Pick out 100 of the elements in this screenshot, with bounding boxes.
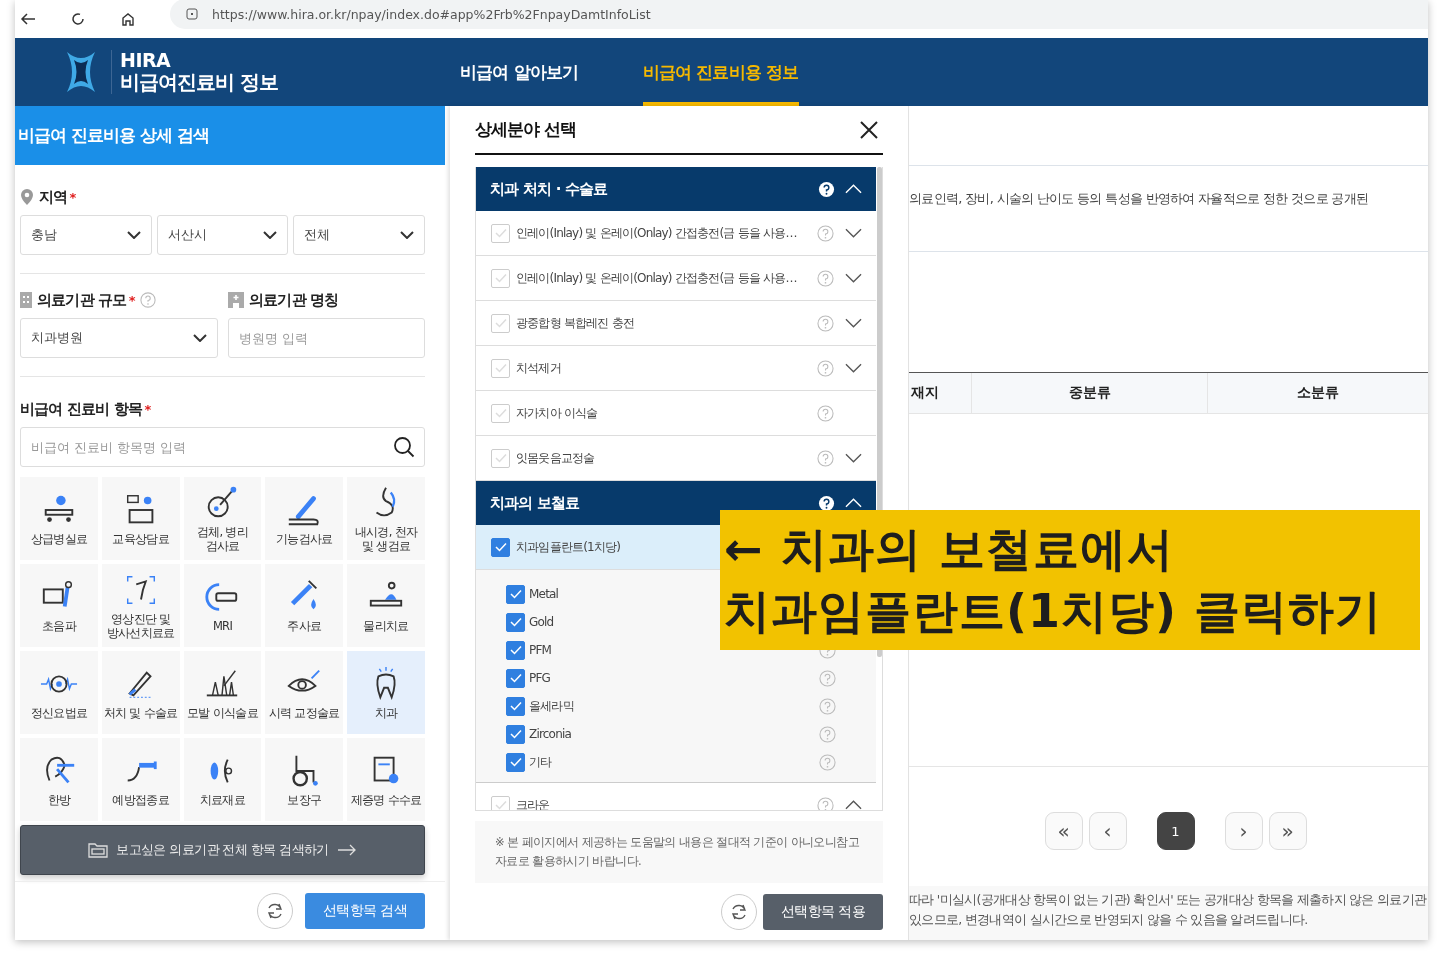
home-icon[interactable] <box>120 11 136 27</box>
page-nav-button[interactable]: › <box>1224 812 1263 850</box>
checkbox[interactable] <box>506 724 525 744</box>
column-header: 재지 <box>910 383 940 402</box>
caret-down-icon[interactable] <box>845 273 862 283</box>
category-tile[interactable]: 보장구 <box>265 738 344 821</box>
checkbox[interactable] <box>491 403 510 423</box>
logo-title: HIRA <box>120 50 172 70</box>
checkmark-icon <box>494 453 507 463</box>
category-tile[interactable]: 내시경, 천자 및 생검료 <box>347 477 425 560</box>
checkbox[interactable] <box>491 313 510 333</box>
category-tile[interactable]: 처치 및 수술료 <box>101 651 180 734</box>
search-all-items-button[interactable]: 보고싶은 의료기관 전체 항목 검색하기 <box>20 825 425 875</box>
checkmark-icon <box>494 228 507 238</box>
required-mark: * <box>144 401 152 417</box>
page-button[interactable]: 1 <box>1156 812 1195 850</box>
checkbox[interactable] <box>506 640 525 660</box>
nav-tab[interactable]: 비급여 알아보기 <box>460 38 579 106</box>
hospital-name-field[interactable]: 병원명 입력 <box>228 318 425 358</box>
checkbox[interactable] <box>491 268 510 288</box>
category-tile[interactable]: 영상진단 및 방사선치료료 <box>101 564 180 647</box>
option-row[interactable]: PFG <box>476 664 876 692</box>
footer-text: 따라 '미실시(공개대상 항목이 없는 기관) 확인서' 또는 공개대상 항목을 제출하지 않은 의료기관 <box>909 891 1428 909</box>
caret-down-icon[interactable] <box>845 228 862 238</box>
page-nav-button[interactable]: » <box>1268 812 1307 850</box>
field-label: 의료기관 명칭 <box>249 290 339 310</box>
item-search-field[interactable]: 비급여 진료비 항목명 입력 <box>20 427 425 467</box>
category-tile[interactable]: 초음파 <box>20 564 98 647</box>
category-tile[interactable]: 교육상담료 <box>101 477 180 560</box>
category-tile[interactable]: 예방접종료 <box>101 738 180 821</box>
option-row[interactable]: 기타 <box>476 748 876 776</box>
caret-down-icon[interactable] <box>845 363 862 373</box>
category-tile[interactable]: 물리치료 <box>347 564 425 647</box>
checkbox[interactable] <box>491 358 510 378</box>
category-tile[interactable]: 주사료 <box>265 564 344 647</box>
checkmark-icon <box>494 542 507 552</box>
category-tile[interactable]: 한방 <box>20 738 98 821</box>
checkbox[interactable] <box>491 448 510 468</box>
caret-down-icon[interactable] <box>845 453 862 463</box>
region-select[interactable]: 전체 <box>293 215 425 255</box>
region-select[interactable]: 충남 <box>20 215 152 255</box>
search-icon[interactable] <box>393 436 415 458</box>
help-icon[interactable] <box>818 494 835 512</box>
checkbox[interactable] <box>506 668 525 688</box>
panel-title: 비급여 진료비용 상세 검색 <box>15 106 445 165</box>
item-label: 인레이(Inlay) 및 온레이(Onlay) 간접충전(금 등을 사용… <box>516 269 797 287</box>
checkbox[interactable] <box>506 612 525 632</box>
page-nav-button[interactable]: « <box>1044 812 1083 850</box>
page-nav-button[interactable]: ‹ <box>1088 812 1127 850</box>
category-tile[interactable]: 모발 이식술료 <box>183 651 262 734</box>
field-label: 의료기관 규모 <box>37 290 127 310</box>
option-row[interactable]: 올세라믹 <box>476 692 876 720</box>
section-title: 치과 처치 · 수술료 <box>490 179 609 199</box>
category-tile[interactable]: 시력 교정술료 <box>265 651 344 734</box>
category-tile[interactable]: 정신요법료 <box>20 651 98 734</box>
category-tile[interactable]: 상급병실료 <box>20 477 98 560</box>
column-header: 중분류 <box>971 373 1207 413</box>
category-tile[interactable]: MRI <box>183 564 262 647</box>
reset-button[interactable] <box>721 893 757 930</box>
checkmark-icon <box>509 645 522 655</box>
checkbox[interactable] <box>491 537 510 557</box>
checkbox[interactable] <box>506 696 525 716</box>
checkbox[interactable] <box>491 223 510 243</box>
close-icon[interactable] <box>859 119 879 140</box>
region-select[interactable]: 서산시 <box>156 215 289 255</box>
category-tile[interactable]: 기능검사료 <box>265 477 344 560</box>
description-text: 의료인력, 장비, 시술의 난이도 등의 특성을 반영하여 자율적으로 정한 것으로 공개된 <box>909 190 1369 208</box>
category-tile[interactable]: 치과 <box>347 651 425 734</box>
address-bar[interactable]: https://www.hira.or.kr/npay/index.do#app%2Frb%2FnpayDamtInfoList <box>170 0 1428 29</box>
size-select[interactable]: 치과병원 <box>20 318 218 358</box>
checkmark-icon <box>509 757 522 767</box>
dialog-title: 상세분야 선택 <box>475 118 576 141</box>
apply-button[interactable]: 선택항목 적용 <box>763 893 883 930</box>
caret-down-icon[interactable] <box>845 318 862 328</box>
logo-subtitle: 비급여진료비 정보 <box>120 70 278 94</box>
chevron-down-icon <box>263 231 278 239</box>
hospital-icon <box>228 292 244 308</box>
category-tile[interactable]: 치료재료 <box>183 738 262 821</box>
item-label: 광중합형 복합레진 충전 <box>516 314 635 332</box>
checkbox[interactable] <box>491 795 510 811</box>
field-label: 지역 <box>39 187 68 207</box>
checkbox[interactable] <box>506 752 525 772</box>
help-icon[interactable] <box>818 180 835 198</box>
logo-icon[interactable] <box>65 50 97 94</box>
back-icon[interactable] <box>20 11 36 27</box>
category-tile[interactable]: 제증명 수수료 <box>347 738 425 821</box>
option-label: 기타 <box>529 753 552 771</box>
search-button[interactable]: 선택항목 검색 <box>305 893 425 929</box>
annotation-text: 치과임플란트(1치당) 클릭하기 <box>724 583 1384 640</box>
reset-button[interactable] <box>257 893 293 929</box>
required-mark: * <box>69 189 77 205</box>
reload-icon[interactable] <box>70 11 86 27</box>
caret-up-icon[interactable] <box>845 800 862 810</box>
option-label: PFG <box>529 671 551 685</box>
checkbox[interactable] <box>506 584 525 604</box>
option-row[interactable]: Zirconia <box>476 720 876 748</box>
item-label: 잇몸웃음교정술 <box>516 449 595 467</box>
category-tile[interactable]: 검체, 병리 검사료 <box>183 477 262 560</box>
checkmark-icon <box>494 363 507 373</box>
section-header[interactable]: 치과 처치 · 수술료 <box>476 167 876 211</box>
